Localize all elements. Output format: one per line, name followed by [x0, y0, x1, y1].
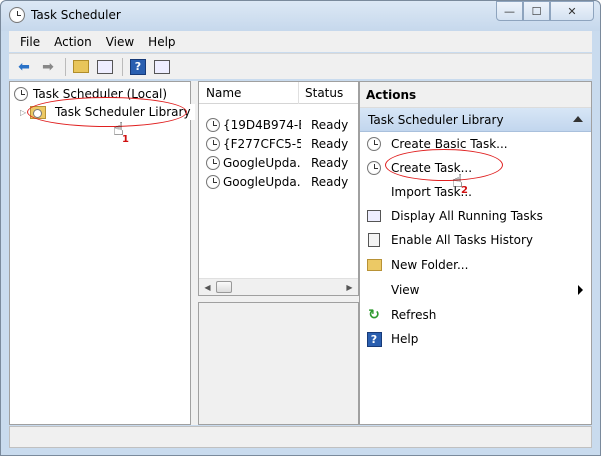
window-title: Task Scheduler — [31, 8, 121, 22]
maximize-button[interactable]: ☐ — [523, 1, 550, 21]
table-row[interactable]: {19D4B974-E... Ready — [199, 115, 358, 134]
clock-icon — [14, 87, 28, 101]
actions-group-header[interactable]: Task Scheduler Library — [360, 108, 591, 132]
minimize-button[interactable]: — — [496, 1, 523, 21]
task-clock-icon — [206, 136, 220, 151]
action-enable-history[interactable]: Enable All Tasks History — [360, 229, 591, 251]
scroll-right-icon[interactable]: ▶ — [341, 279, 358, 295]
action-new-folder[interactable]: New Folder... — [360, 254, 591, 276]
actions-group-title: Task Scheduler Library — [368, 112, 504, 127]
show-tree-icon[interactable] — [94, 57, 116, 77]
task-list: Name Status {19D4B974-E... Ready {F277CF… — [198, 81, 359, 296]
scroll-left-icon[interactable]: ◀ — [199, 279, 216, 295]
task-scheduler-window: Task Scheduler — ☐ ✕ File Action View He… — [0, 0, 601, 456]
refresh-icon: ↻ — [368, 307, 380, 323]
action-label: Help — [391, 332, 419, 346]
scroll-thumb[interactable] — [216, 281, 232, 293]
task-status: Ready — [311, 174, 349, 189]
task-name: {19D4B974-E... — [223, 117, 301, 132]
show-action-pane-icon[interactable] — [151, 57, 173, 77]
tree-root-label: Task Scheduler (Local) — [33, 87, 168, 101]
table-row[interactable]: {F277CFC5-5... Ready — [199, 134, 358, 153]
step-badge: 2 — [461, 185, 468, 196]
task-clock-icon — [206, 174, 220, 189]
folder-clock-icon — [30, 105, 46, 119]
task-clock-icon — [206, 155, 220, 170]
status-bar — [9, 426, 592, 448]
table-row[interactable]: GoogleUpda... Ready — [199, 153, 358, 172]
task-detail-pane — [198, 302, 359, 425]
action-label: Enable All Tasks History — [391, 233, 534, 247]
task-name: GoogleUpda... — [223, 155, 301, 170]
window-controls: — ☐ ✕ — [496, 1, 594, 21]
menu-view[interactable]: View — [99, 35, 141, 49]
column-header-name[interactable]: Name — [199, 82, 299, 104]
help-icon: ? — [366, 331, 382, 347]
task-name: GoogleUpda... — [223, 174, 301, 189]
menu-file[interactable]: File — [13, 35, 47, 49]
action-label: View — [391, 283, 420, 297]
table-row[interactable]: GoogleUpda... Ready — [199, 172, 358, 191]
console-tree: Task Scheduler (Local) ▷ Task Scheduler … — [9, 81, 195, 425]
new-folder-icon — [366, 257, 382, 273]
task-name: {F277CFC5-5... — [223, 136, 301, 151]
create-task-icon — [366, 160, 382, 176]
action-help[interactable]: ? Help — [360, 328, 591, 350]
menu-action[interactable]: Action — [47, 35, 99, 49]
import-task-icon — [366, 184, 382, 200]
forward-arrow-icon[interactable]: ➡ — [37, 57, 59, 77]
close-button[interactable]: ✕ — [550, 1, 594, 21]
list-header: Name Status — [199, 82, 358, 104]
task-list-pane: Name Status {19D4B974-E... Ready {F277CF… — [198, 81, 359, 425]
title-bar: Task Scheduler — ☐ ✕ — [1, 1, 600, 31]
action-label: New Folder... — [391, 258, 469, 272]
toolbar-separator — [122, 57, 123, 76]
action-label: Display All Running Tasks — [391, 209, 543, 223]
history-icon — [366, 232, 382, 248]
action-import-task[interactable]: Import Task... — [360, 181, 591, 203]
menu-bar: File Action View Help — [9, 31, 592, 52]
menu-help[interactable]: Help — [141, 35, 182, 49]
toolbar-separator — [65, 57, 66, 76]
action-create-task[interactable]: Create Task... — [360, 157, 591, 179]
back-arrow-icon[interactable]: ⬅ — [13, 57, 35, 77]
step-badge: 1 — [122, 134, 129, 145]
action-label: Refresh — [391, 308, 437, 322]
action-display-running-tasks[interactable]: Display All Running Tasks — [360, 205, 591, 227]
actions-pane: Actions Task Scheduler Library Create Ba… — [359, 81, 592, 425]
column-header-status[interactable]: Status — [299, 82, 358, 104]
action-view[interactable]: View — [360, 279, 591, 301]
tree-item-library[interactable]: ▷ Task Scheduler Library — [20, 103, 195, 121]
help-icon[interactable]: ? — [127, 57, 149, 77]
submenu-arrow-icon — [578, 285, 583, 295]
create-basic-task-icon — [366, 136, 382, 152]
task-scheduler-app-icon — [9, 7, 25, 23]
task-status: Ready — [311, 155, 349, 170]
action-refresh[interactable]: ↻ Refresh — [360, 304, 591, 326]
action-label: Create Basic Task... — [391, 137, 508, 151]
collapse-arrow-icon[interactable] — [573, 116, 583, 122]
tree-item-root[interactable]: Task Scheduler (Local) — [14, 85, 167, 103]
task-clock-icon — [206, 117, 220, 132]
main-content: Task Scheduler (Local) ▷ Task Scheduler … — [9, 81, 592, 425]
running-tasks-icon — [366, 208, 382, 224]
expand-arrow-icon[interactable]: ▷ — [20, 108, 30, 117]
action-create-basic-task[interactable]: Create Basic Task... — [360, 133, 591, 155]
actions-header: Actions — [360, 82, 591, 108]
toolbar: ⬅ ➡ ? — [9, 53, 592, 79]
horizontal-scrollbar[interactable]: ◀ ▶ — [199, 278, 358, 295]
up-folder-icon[interactable] — [70, 57, 92, 77]
tree-library-label: Task Scheduler Library — [51, 104, 195, 120]
task-status: Ready — [311, 117, 349, 132]
task-status: Ready — [311, 136, 349, 151]
view-placeholder — [366, 282, 382, 298]
